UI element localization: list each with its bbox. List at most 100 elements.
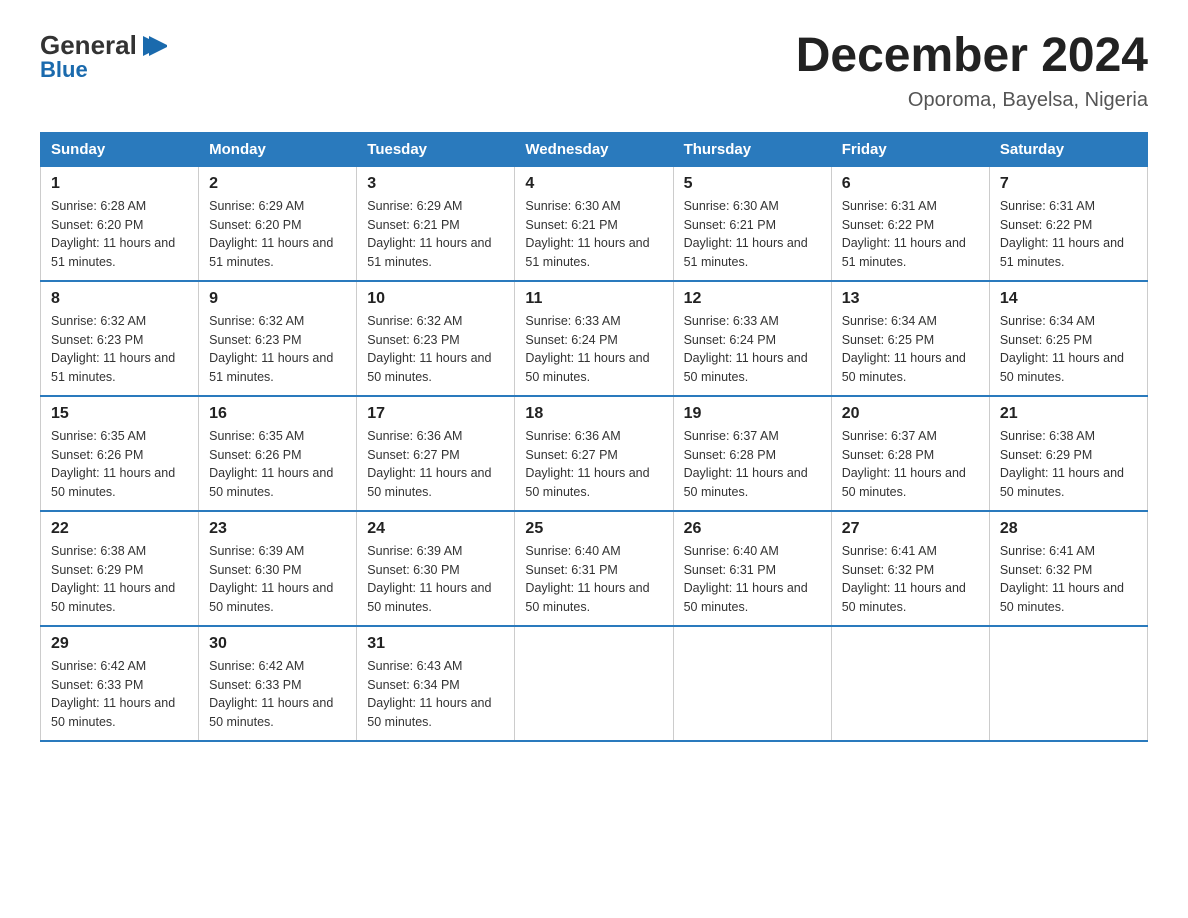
- day-number: 23: [209, 520, 346, 538]
- table-row: 17 Sunrise: 6:36 AM Sunset: 6:27 PM Dayl…: [357, 396, 515, 511]
- table-row: 5 Sunrise: 6:30 AM Sunset: 6:21 PM Dayli…: [673, 166, 831, 281]
- day-number: 7: [1000, 175, 1137, 193]
- table-row: 16 Sunrise: 6:35 AM Sunset: 6:26 PM Dayl…: [199, 396, 357, 511]
- table-row: 22 Sunrise: 6:38 AM Sunset: 6:29 PM Dayl…: [41, 511, 199, 626]
- day-info: Sunrise: 6:37 AM Sunset: 6:28 PM Dayligh…: [842, 427, 979, 502]
- day-info: Sunrise: 6:32 AM Sunset: 6:23 PM Dayligh…: [51, 312, 188, 387]
- table-row: 23 Sunrise: 6:39 AM Sunset: 6:30 PM Dayl…: [199, 511, 357, 626]
- page-header: General Blue December 2024 Oporoma, Baye…: [40, 30, 1148, 112]
- day-number: 27: [842, 520, 979, 538]
- table-row: 9 Sunrise: 6:32 AM Sunset: 6:23 PM Dayli…: [199, 281, 357, 396]
- day-info: Sunrise: 6:37 AM Sunset: 6:28 PM Dayligh…: [684, 427, 821, 502]
- table-row: 20 Sunrise: 6:37 AM Sunset: 6:28 PM Dayl…: [831, 396, 989, 511]
- table-row: [831, 626, 989, 741]
- day-info: Sunrise: 6:36 AM Sunset: 6:27 PM Dayligh…: [367, 427, 504, 502]
- table-row: 30 Sunrise: 6:42 AM Sunset: 6:33 PM Dayl…: [199, 626, 357, 741]
- table-row: [515, 626, 673, 741]
- day-info: Sunrise: 6:35 AM Sunset: 6:26 PM Dayligh…: [51, 427, 188, 502]
- day-number: 19: [684, 405, 821, 423]
- day-info: Sunrise: 6:41 AM Sunset: 6:32 PM Dayligh…: [842, 542, 979, 617]
- day-info: Sunrise: 6:36 AM Sunset: 6:27 PM Dayligh…: [525, 427, 662, 502]
- header-saturday: Saturday: [989, 132, 1147, 166]
- day-number: 13: [842, 290, 979, 308]
- calendar-week-row: 29 Sunrise: 6:42 AM Sunset: 6:33 PM Dayl…: [41, 626, 1148, 741]
- day-info: Sunrise: 6:38 AM Sunset: 6:29 PM Dayligh…: [51, 542, 188, 617]
- day-info: Sunrise: 6:40 AM Sunset: 6:31 PM Dayligh…: [525, 542, 662, 617]
- table-row: 3 Sunrise: 6:29 AM Sunset: 6:21 PM Dayli…: [357, 166, 515, 281]
- day-info: Sunrise: 6:43 AM Sunset: 6:34 PM Dayligh…: [367, 657, 504, 732]
- day-info: Sunrise: 6:30 AM Sunset: 6:21 PM Dayligh…: [684, 197, 821, 272]
- calendar-week-row: 1 Sunrise: 6:28 AM Sunset: 6:20 PM Dayli…: [41, 166, 1148, 281]
- day-info: Sunrise: 6:28 AM Sunset: 6:20 PM Dayligh…: [51, 197, 188, 272]
- calendar-title: December 2024: [796, 30, 1148, 83]
- table-row: 31 Sunrise: 6:43 AM Sunset: 6:34 PM Dayl…: [357, 626, 515, 741]
- day-info: Sunrise: 6:40 AM Sunset: 6:31 PM Dayligh…: [684, 542, 821, 617]
- day-info: Sunrise: 6:39 AM Sunset: 6:30 PM Dayligh…: [209, 542, 346, 617]
- table-row: 15 Sunrise: 6:35 AM Sunset: 6:26 PM Dayl…: [41, 396, 199, 511]
- day-info: Sunrise: 6:35 AM Sunset: 6:26 PM Dayligh…: [209, 427, 346, 502]
- logo-blue: Blue: [40, 57, 88, 83]
- day-number: 29: [51, 635, 188, 653]
- day-info: Sunrise: 6:38 AM Sunset: 6:29 PM Dayligh…: [1000, 427, 1137, 502]
- table-row: 7 Sunrise: 6:31 AM Sunset: 6:22 PM Dayli…: [989, 166, 1147, 281]
- day-number: 28: [1000, 520, 1137, 538]
- day-info: Sunrise: 6:29 AM Sunset: 6:20 PM Dayligh…: [209, 197, 346, 272]
- table-row: 2 Sunrise: 6:29 AM Sunset: 6:20 PM Dayli…: [199, 166, 357, 281]
- day-number: 2: [209, 175, 346, 193]
- calendar-week-row: 8 Sunrise: 6:32 AM Sunset: 6:23 PM Dayli…: [41, 281, 1148, 396]
- header-wednesday: Wednesday: [515, 132, 673, 166]
- day-number: 16: [209, 405, 346, 423]
- table-row: 25 Sunrise: 6:40 AM Sunset: 6:31 PM Dayl…: [515, 511, 673, 626]
- day-number: 14: [1000, 290, 1137, 308]
- header-monday: Monday: [199, 132, 357, 166]
- logo: General Blue: [40, 30, 167, 83]
- table-row: 28 Sunrise: 6:41 AM Sunset: 6:32 PM Dayl…: [989, 511, 1147, 626]
- day-info: Sunrise: 6:33 AM Sunset: 6:24 PM Dayligh…: [525, 312, 662, 387]
- table-row: 14 Sunrise: 6:34 AM Sunset: 6:25 PM Dayl…: [989, 281, 1147, 396]
- table-row: 11 Sunrise: 6:33 AM Sunset: 6:24 PM Dayl…: [515, 281, 673, 396]
- day-info: Sunrise: 6:34 AM Sunset: 6:25 PM Dayligh…: [1000, 312, 1137, 387]
- calendar-table: Sunday Monday Tuesday Wednesday Thursday…: [40, 132, 1148, 742]
- day-number: 15: [51, 405, 188, 423]
- calendar-title-area: December 2024 Oporoma, Bayelsa, Nigeria: [796, 30, 1148, 112]
- day-number: 26: [684, 520, 821, 538]
- day-info: Sunrise: 6:31 AM Sunset: 6:22 PM Dayligh…: [842, 197, 979, 272]
- day-number: 25: [525, 520, 662, 538]
- logo-triangle-icon: [139, 32, 167, 60]
- day-number: 20: [842, 405, 979, 423]
- day-number: 8: [51, 290, 188, 308]
- day-number: 22: [51, 520, 188, 538]
- day-number: 18: [525, 405, 662, 423]
- day-number: 3: [367, 175, 504, 193]
- day-info: Sunrise: 6:42 AM Sunset: 6:33 PM Dayligh…: [209, 657, 346, 732]
- day-number: 30: [209, 635, 346, 653]
- calendar-header-row: Sunday Monday Tuesday Wednesday Thursday…: [41, 132, 1148, 166]
- calendar-subtitle: Oporoma, Bayelsa, Nigeria: [796, 89, 1148, 112]
- calendar-week-row: 22 Sunrise: 6:38 AM Sunset: 6:29 PM Dayl…: [41, 511, 1148, 626]
- day-info: Sunrise: 6:41 AM Sunset: 6:32 PM Dayligh…: [1000, 542, 1137, 617]
- table-row: 13 Sunrise: 6:34 AM Sunset: 6:25 PM Dayl…: [831, 281, 989, 396]
- calendar-week-row: 15 Sunrise: 6:35 AM Sunset: 6:26 PM Dayl…: [41, 396, 1148, 511]
- table-row: 8 Sunrise: 6:32 AM Sunset: 6:23 PM Dayli…: [41, 281, 199, 396]
- table-row: 12 Sunrise: 6:33 AM Sunset: 6:24 PM Dayl…: [673, 281, 831, 396]
- table-row: 29 Sunrise: 6:42 AM Sunset: 6:33 PM Dayl…: [41, 626, 199, 741]
- table-row: 19 Sunrise: 6:37 AM Sunset: 6:28 PM Dayl…: [673, 396, 831, 511]
- table-row: [989, 626, 1147, 741]
- table-row: 10 Sunrise: 6:32 AM Sunset: 6:23 PM Dayl…: [357, 281, 515, 396]
- header-thursday: Thursday: [673, 132, 831, 166]
- table-row: 18 Sunrise: 6:36 AM Sunset: 6:27 PM Dayl…: [515, 396, 673, 511]
- day-info: Sunrise: 6:29 AM Sunset: 6:21 PM Dayligh…: [367, 197, 504, 272]
- logo-content: General Blue: [40, 30, 167, 83]
- day-info: Sunrise: 6:39 AM Sunset: 6:30 PM Dayligh…: [367, 542, 504, 617]
- table-row: 6 Sunrise: 6:31 AM Sunset: 6:22 PM Dayli…: [831, 166, 989, 281]
- table-row: 27 Sunrise: 6:41 AM Sunset: 6:32 PM Dayl…: [831, 511, 989, 626]
- day-number: 21: [1000, 405, 1137, 423]
- day-info: Sunrise: 6:42 AM Sunset: 6:33 PM Dayligh…: [51, 657, 188, 732]
- day-info: Sunrise: 6:31 AM Sunset: 6:22 PM Dayligh…: [1000, 197, 1137, 272]
- header-tuesday: Tuesday: [357, 132, 515, 166]
- day-number: 17: [367, 405, 504, 423]
- day-number: 9: [209, 290, 346, 308]
- table-row: 24 Sunrise: 6:39 AM Sunset: 6:30 PM Dayl…: [357, 511, 515, 626]
- table-row: 21 Sunrise: 6:38 AM Sunset: 6:29 PM Dayl…: [989, 396, 1147, 511]
- day-number: 5: [684, 175, 821, 193]
